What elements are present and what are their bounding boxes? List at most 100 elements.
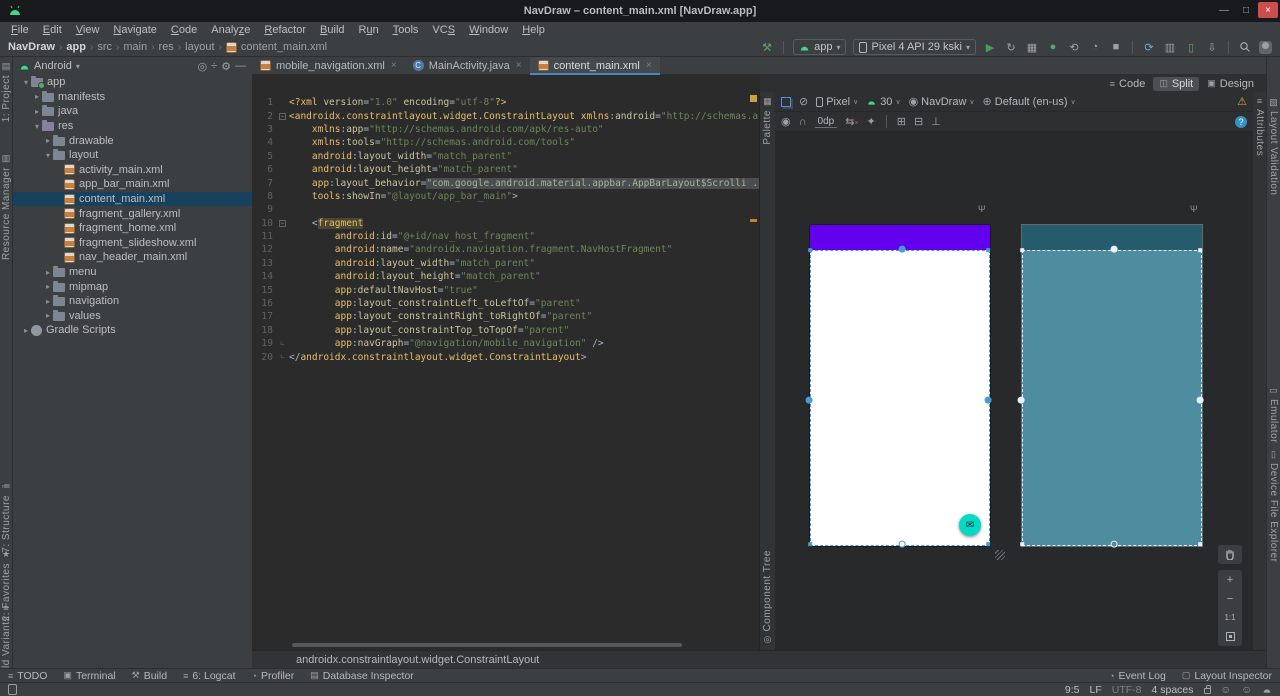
editor-error-stripe[interactable] (748, 92, 759, 650)
tree-row[interactable]: nav_header_main.xml (13, 250, 252, 265)
orientation-icon[interactable]: ⊘ (799, 95, 808, 108)
constraint-anchor[interactable] (1111, 246, 1118, 253)
pack-icon[interactable]: ⊞ (897, 115, 906, 128)
breadcrumb-item[interactable]: content_main.xml (241, 41, 327, 53)
fold-end-icon[interactable]: ∟ (280, 340, 284, 348)
tree-row[interactable]: ▾res (13, 119, 252, 134)
apply-changes-icon[interactable]: ↻ (1004, 40, 1018, 54)
constraint-anchor[interactable] (985, 397, 992, 404)
tree-row[interactable]: ▾layout (13, 148, 252, 163)
tree-row[interactable]: ▸manifests (13, 90, 252, 105)
blueprint-view-phone[interactable] (1022, 225, 1202, 546)
tree-collapsed-arrow-icon[interactable]: ▸ (43, 311, 53, 320)
tree-collapsed-arrow-icon[interactable]: ▸ (43, 268, 53, 277)
clear-constraints-icon[interactable]: ⇆× (845, 115, 858, 128)
fold-marker-icon[interactable]: ∟ (276, 353, 289, 361)
tool-button-todo[interactable]: ≡TODO (8, 670, 47, 682)
tree-expanded-arrow-icon[interactable]: ▾ (21, 78, 31, 87)
menu-item-navigate[interactable]: Navigate (106, 24, 163, 36)
constraint-anchor[interactable] (1020, 248, 1024, 252)
code-editor[interactable]: 1<?xml version="1.0" encoding="utf-8"?>2… (252, 92, 759, 650)
breadcrumb-item[interactable]: res (159, 41, 174, 53)
tool-button-build[interactable]: ⚒Build (132, 670, 167, 682)
constraint-anchor[interactable] (806, 397, 813, 404)
warning-stripe-mark[interactable] (750, 219, 757, 222)
tab-close-icon[interactable]: × (516, 60, 522, 71)
avd-manager-icon[interactable]: ▯ (1184, 40, 1198, 54)
minimize-icon[interactable]: — (1214, 2, 1234, 18)
tree-row[interactable]: fragment_home.xml (13, 221, 252, 236)
tree-row[interactable]: ▸drawable (13, 133, 252, 148)
tool-stripe-button-7-structure[interactable]: ≔7: Structure (0, 481, 12, 553)
tool-button-event-log[interactable]: ◔Event Log (1109, 670, 1166, 682)
apply-code-changes-icon[interactable]: ⟲ (1067, 40, 1081, 54)
caret-position[interactable]: 9:5 (1065, 684, 1080, 696)
file-encoding[interactable]: UTF-8 (1112, 684, 1142, 696)
constraint-anchor[interactable] (986, 542, 990, 546)
locale-menu[interactable]: ⊕ Default (en-us)∨ (983, 95, 1076, 108)
zoom-100-button[interactable]: 1:1 (1218, 608, 1242, 627)
tab-content_main-xml[interactable]: content_main.xml× (530, 57, 660, 74)
tab-MainActivity-java[interactable]: CMainActivity.java× (405, 57, 530, 74)
zoom-in-button[interactable]: + (1218, 570, 1242, 589)
tree-collapsed-arrow-icon[interactable]: ▸ (21, 326, 31, 335)
run-button[interactable]: ▶ (983, 40, 997, 54)
fold-end-icon[interactable]: ∟ (280, 353, 284, 361)
tree-collapsed-arrow-icon[interactable]: ▸ (43, 297, 53, 306)
write-lock-icon[interactable] (1204, 688, 1211, 694)
component-tree-tab[interactable]: Component Tree ◎ (760, 550, 775, 646)
run-configuration-selector[interactable]: app ▾ (793, 39, 846, 55)
device-selector[interactable]: Pixel 4 API 29 kski ▾ (853, 39, 976, 55)
tool-stripe-button-emulator[interactable]: ▭Emulator (1267, 385, 1280, 443)
breadcrumb-item[interactable]: src (97, 41, 112, 53)
constraint-anchor[interactable] (986, 248, 990, 252)
breadcrumb-item[interactable]: layout (185, 41, 214, 53)
tab-close-icon[interactable]: × (391, 60, 397, 71)
inspection-indicator[interactable] (750, 95, 757, 102)
tree-collapsed-arrow-icon[interactable]: ▸ (43, 282, 53, 291)
collapse-all-icon[interactable]: ÷ (211, 60, 217, 72)
breadcrumb-item[interactable]: main (123, 41, 147, 53)
menu-item-file[interactable]: File (4, 24, 36, 36)
design-canvas[interactable]: Ψ Ψ ✉ (775, 132, 1253, 650)
tree-collapsed-arrow-icon[interactable]: ▸ (32, 92, 42, 101)
palette-tab[interactable]: ▦ Palette (760, 96, 775, 145)
tree-row[interactable]: content_main.xml (13, 192, 252, 207)
tree-row[interactable]: ▸values (13, 309, 252, 324)
search-everywhere-icon[interactable] (1238, 40, 1252, 54)
settings-gear-icon[interactable]: ⚙ (221, 60, 231, 73)
align-icon[interactable]: ⊟ (914, 115, 923, 128)
design-view-phone[interactable]: ✉ (810, 225, 990, 546)
constraint-anchor[interactable] (1020, 542, 1024, 546)
tool-stripe-button-layout-validation[interactable]: ▧Layout Validation (1267, 97, 1280, 195)
edit-run-configs-icon[interactable]: ▥ (1163, 40, 1177, 54)
autoconnect-magnet-icon[interactable]: ∩ (799, 116, 807, 128)
tool-button-profiler[interactable]: ◔Profiler (252, 670, 295, 682)
hide-panel-icon[interactable]: — (235, 60, 246, 72)
device-menu[interactable]: Pixel∨ (816, 96, 858, 108)
tree-collapsed-arrow-icon[interactable]: ▸ (32, 107, 42, 116)
tab-close-icon[interactable]: × (646, 60, 652, 71)
constraint-anchor[interactable] (1111, 541, 1118, 548)
profiler-icon[interactable]: ◔ (1088, 40, 1102, 54)
menu-item-run[interactable]: Run (352, 24, 386, 36)
attributes-tab[interactable]: ≡ Attributes (1253, 96, 1266, 156)
build-hammer-icon[interactable]: ⚒ (760, 40, 774, 54)
default-margins-selector[interactable]: 0dp (815, 116, 838, 128)
tree-row[interactable]: ▸menu (13, 265, 252, 280)
constraint-anchor[interactable] (1198, 248, 1202, 252)
tool-stripe-button-device-file-explorer[interactable]: ▯Device File Explorer (1267, 449, 1280, 562)
tree-row[interactable]: ▸Gradle Scripts (13, 323, 252, 338)
menu-item-code[interactable]: Code (164, 24, 204, 36)
constraint-anchor[interactable] (1198, 542, 1202, 546)
menu-item-help[interactable]: Help (515, 24, 552, 36)
debug-button[interactable]: ● (1046, 40, 1060, 54)
fold-marker-icon[interactable]: ∟ (276, 340, 289, 348)
view-options-icon[interactable]: ◉ (781, 115, 791, 128)
tool-button-database-inspector[interactable]: ▤Database Inspector (310, 670, 414, 682)
tree-row[interactable]: activity_main.xml (13, 163, 252, 178)
maximize-icon[interactable]: □ (1236, 2, 1256, 18)
mode-toggle-design[interactable]: ▣Design (1201, 77, 1260, 91)
zoom-fit-button[interactable] (1218, 627, 1242, 646)
sdk-manager-icon[interactable]: ⇩ (1205, 40, 1219, 54)
